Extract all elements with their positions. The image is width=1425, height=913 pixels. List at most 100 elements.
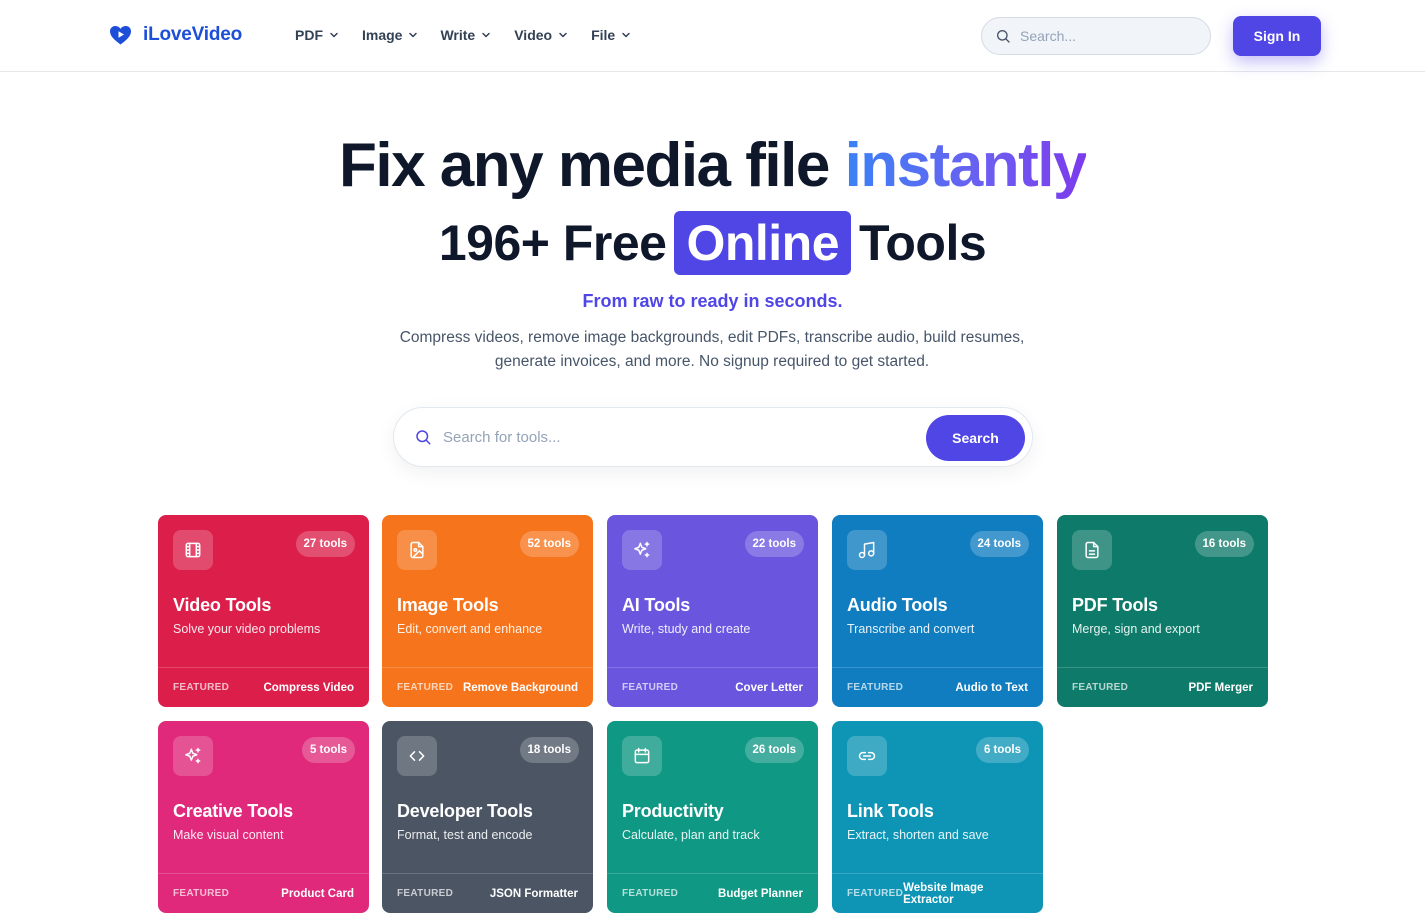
tool-search-bar[interactable]: Search [393, 407, 1033, 467]
chevron-down-icon [559, 32, 567, 38]
hero-headline: Fix any media file instantly [0, 128, 1425, 204]
search-icon [416, 430, 431, 445]
category-subtitle: Extract, shorten and save [847, 828, 989, 842]
top-navbar: iLoveVideo PDF Image Write Video File Si… [0, 0, 1425, 72]
hero-subheadline-highlight: Online [674, 211, 852, 275]
tool-search-button[interactable]: Search [926, 415, 1025, 461]
menu-item-write[interactable]: Write [440, 25, 492, 45]
menu-item-pdf[interactable]: PDF [295, 25, 340, 45]
category-subtitle: Write, study and create [622, 622, 751, 636]
tool-count-badge: 52 tools [519, 531, 579, 557]
chevron-down-icon [330, 32, 338, 38]
hero-subheadline-suffix: Tools [859, 215, 987, 271]
featured-label: FEATURED [397, 682, 454, 693]
category-footer: FEATURED Product Card [158, 873, 369, 913]
main-menu: PDF Image Write Video File [295, 25, 632, 45]
sparkles-icon [634, 541, 650, 558]
category-card-pdf[interactable]: 16 tools PDF Tools Merge, sign and expor… [1057, 515, 1268, 707]
featured-tool-link[interactable]: Budget Planner [718, 888, 803, 900]
hero-tagline: From raw to ready in seconds. [582, 291, 843, 311]
category-card-creative[interactable]: 5 tools Creative Tools Make visual conte… [158, 721, 369, 913]
category-card-developer[interactable]: 18 tools Developer Tools Format, test an… [382, 721, 593, 913]
featured-tool-link[interactable]: Cover Letter [735, 682, 803, 694]
category-title: Image Tools [397, 595, 499, 615]
menu-item-video[interactable]: Video [514, 25, 569, 45]
menu-item-image[interactable]: Image [362, 25, 419, 45]
hero-subheadline: 196+ Free Online Tools [0, 210, 1425, 276]
nav-search-box[interactable] [981, 17, 1211, 55]
hero-subheadline-prefix: 196+ Free [438, 215, 667, 271]
category-title: Audio Tools [847, 595, 948, 615]
category-subtitle: Make visual content [173, 828, 284, 842]
category-title: Creative Tools [173, 801, 293, 821]
category-card-link[interactable]: 6 tools Link Tools Extract, shorten and … [832, 721, 1043, 913]
featured-label: FEATURED [173, 682, 230, 693]
category-footer: FEATURED Cover Letter [607, 667, 818, 707]
film-icon [185, 542, 201, 558]
menu-item-file[interactable]: File [591, 25, 632, 45]
menu-item-label: Write [440, 27, 476, 43]
category-footer: FEATURED Audio to Text [832, 667, 1043, 707]
category-title: Developer Tools [397, 801, 533, 821]
category-card-image[interactable]: 52 tools Image Tools Edit, convert and e… [382, 515, 593, 707]
category-subtitle: Transcribe and convert [847, 622, 975, 636]
tool-count-badge: 22 tools [744, 531, 804, 557]
link-icon [858, 751, 876, 761]
chevron-down-icon [482, 32, 490, 38]
featured-tool-link[interactable]: Website Image Extractor [903, 882, 1028, 906]
category-title: Link Tools [847, 801, 934, 821]
featured-tool-link[interactable]: Audio to Text [955, 682, 1028, 694]
category-card-video[interactable]: 27 tools Video Tools Solve your video pr… [158, 515, 369, 707]
category-card-productivity[interactable]: 26 tools Productivity Calculate, plan an… [607, 721, 818, 913]
calendar-icon [634, 747, 650, 764]
category-card-ai[interactable]: 22 tools AI Tools Write, study and creat… [607, 515, 818, 707]
featured-label: FEATURED [173, 888, 230, 899]
tool-count-badge: 6 tools [975, 737, 1029, 763]
featured-tool-link[interactable]: Compress Video [263, 682, 354, 694]
image-file-icon [410, 541, 424, 559]
category-subtitle: Merge, sign and export [1072, 622, 1200, 636]
chevron-down-icon [409, 32, 418, 38]
category-footer: FEATURED Compress Video [158, 667, 369, 707]
featured-tool-link[interactable]: Remove Background [463, 682, 578, 694]
chevron-down-icon [622, 32, 630, 38]
category-subtitle: Edit, convert and enhance [397, 622, 543, 636]
category-card-audio[interactable]: 24 tools Audio Tools Transcribe and conv… [832, 515, 1043, 707]
featured-tool-link[interactable]: PDF Merger [1188, 682, 1253, 694]
menu-item-label: File [591, 27, 616, 43]
sign-in-button[interactable]: Sign In [1233, 16, 1321, 56]
sparkles-icon [185, 747, 201, 764]
category-title: Video Tools [173, 595, 272, 615]
category-title: PDF Tools [1072, 595, 1158, 615]
tool-count-badge: 5 tools [301, 737, 355, 763]
code-icon [409, 751, 425, 761]
tool-search-input[interactable] [443, 428, 903, 446]
brand-logo[interactable]: iLoveVideo [108, 22, 242, 48]
tool-count-badge: 27 tools [295, 531, 355, 557]
menu-item-label: Video [514, 27, 553, 43]
featured-label: FEATURED [847, 888, 904, 899]
featured-label: FEATURED [1072, 682, 1129, 693]
tool-count-badge: 16 tools [1194, 531, 1254, 557]
featured-tool-link[interactable]: JSON Formatter [490, 888, 578, 900]
featured-label: FEATURED [622, 682, 679, 693]
hero-headline-prefix: Fix any media file [338, 131, 830, 200]
menu-item-label: Image [362, 27, 403, 43]
nav-search-input[interactable] [1020, 28, 1190, 44]
featured-label: FEATURED [397, 888, 454, 899]
hero-headline-accent: instantly [844, 131, 1088, 200]
hero-description-line: generate invoices, and more. No signup r… [494, 353, 930, 370]
featured-tool-link[interactable]: Product Card [281, 888, 354, 900]
featured-label: FEATURED [622, 888, 679, 899]
tool-count-badge: 18 tools [519, 737, 579, 763]
hero-description: Compress videos, remove image background… [362, 326, 1062, 374]
category-footer: FEATURED Website Image Extractor [832, 873, 1043, 913]
category-footer: FEATURED Remove Background [382, 667, 593, 707]
category-subtitle: Format, test and encode [397, 828, 533, 842]
document-icon [1085, 541, 1099, 559]
category-subtitle: Calculate, plan and track [622, 828, 760, 842]
search-icon [997, 30, 1010, 43]
tool-count-badge: 26 tools [744, 737, 804, 763]
music-note-icon [858, 541, 875, 559]
brand-name: iLoveVideo [143, 24, 243, 45]
